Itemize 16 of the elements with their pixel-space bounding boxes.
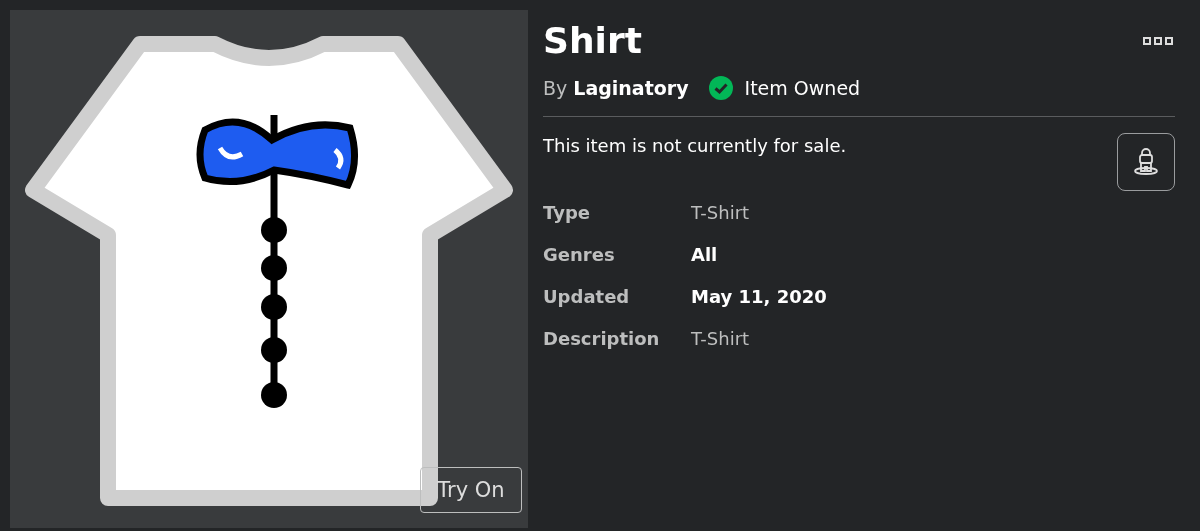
detail-value: T-Shirt — [691, 201, 750, 225]
detail-label: Description — [543, 327, 661, 351]
more-options-icon[interactable] — [1143, 36, 1173, 46]
detail-label: Updated — [543, 285, 631, 309]
avatar-icon — [1131, 147, 1161, 177]
detail-value: All — [691, 243, 718, 267]
sale-status: This item is not currently for sale. — [543, 135, 847, 156]
owned-status: Item Owned — [744, 77, 861, 99]
avatar-button[interactable] — [1117, 133, 1175, 191]
item-title: Shirt — [543, 19, 642, 63]
detail-value: T-Shirt — [691, 327, 750, 351]
creator-link[interactable]: Laginatory — [573, 77, 689, 99]
by-label: By — [543, 77, 568, 99]
detail-label: Type — [543, 201, 591, 225]
detail-label: Genres — [543, 243, 616, 267]
detail-value: May 11, 2020 — [691, 285, 827, 309]
